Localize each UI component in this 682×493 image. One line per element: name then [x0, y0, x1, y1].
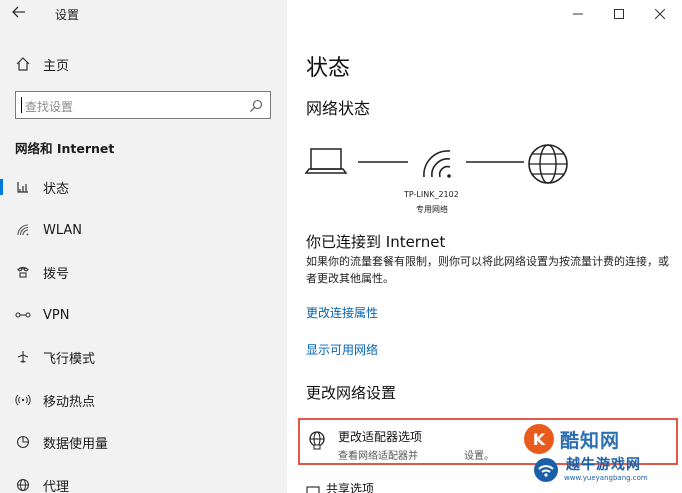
sidebar-item-data-usage[interactable]: 数据使用量 [0, 425, 287, 459]
app-title: 设置 [55, 8, 80, 22]
data-usage-icon [15, 434, 31, 450]
vpn-icon [15, 307, 31, 323]
dialup-icon [15, 264, 31, 280]
sidebar-item-label: 飞行模式 [43, 351, 96, 367]
sidebar-item-dialup[interactable]: 拨号 [0, 255, 287, 289]
sidebar-item-label: 状态 [43, 181, 70, 197]
close-icon[interactable] [648, 4, 672, 24]
watermark-brand-2: 越牛游戏网 [566, 457, 641, 473]
sidebar-item-label: 主页 [43, 58, 70, 74]
sidebar-item-airplane[interactable]: 飞行模式 [0, 340, 287, 374]
search-input[interactable]: 查找设置 [15, 91, 271, 119]
hotspot-icon [15, 392, 31, 408]
sidebar-item-status[interactable]: 状态 [0, 170, 287, 204]
sidebar: 设置 主页 查找设置 网络和 Internet 状态 WLAN 拨号 VPN 飞… [0, 0, 287, 493]
sidebar-item-home[interactable]: 主页 [0, 47, 287, 81]
airplane-icon [15, 349, 31, 365]
connection-status-title: 你已连接到 Internet [306, 233, 446, 251]
sidebar-item-vpn[interactable]: VPN [0, 298, 287, 332]
text-caret [21, 97, 22, 113]
page-title: 状态 [306, 56, 351, 81]
watermark-url: www.yueyangbang.com [564, 474, 648, 482]
sidebar-item-wlan[interactable]: WLAN [0, 213, 287, 247]
sharing-icon [306, 482, 320, 493]
sidebar-item-label: 代理 [43, 479, 70, 493]
show-available-networks-link[interactable]: 显示可用网络 [306, 341, 378, 358]
network-name: TP-LINK_2102 [404, 190, 459, 199]
adapter-desc-text: 查看网络适配器并 [338, 451, 418, 462]
laptop-icon [304, 148, 348, 174]
globe-icon [15, 477, 31, 493]
sidebar-item-label: 移动热点 [43, 394, 96, 410]
status-icon [15, 179, 31, 195]
network-type: 专用网络 [416, 205, 448, 214]
minimize-icon[interactable] [566, 4, 590, 24]
search-icon[interactable] [249, 98, 263, 112]
change-connection-properties-link[interactable]: 更改连接属性 [306, 304, 378, 321]
connection-description: 如果你的流量套餐有限制，则你可以将此网络设置为按流量计费的连接，或者更改其他属性… [306, 255, 669, 285]
sharing-options-item[interactable]: 共享选项 [326, 480, 374, 493]
sidebar-item-proxy[interactable]: 代理 [0, 468, 287, 493]
maximize-icon[interactable] [607, 4, 631, 24]
active-indicator [0, 179, 3, 195]
sidebar-item-label: VPN [43, 307, 70, 323]
sidebar-item-hotspot[interactable]: 移动热点 [0, 383, 287, 417]
search-placeholder: 查找设置 [25, 100, 74, 114]
adapter-title: 更改适配器选项 [338, 430, 423, 444]
adapter-globe-icon [308, 430, 328, 450]
adapter-description: 查看网络适配器并 设置。 [338, 447, 494, 462]
network-status-heading: 网络状态 [306, 99, 371, 118]
wifi-signal-icon [423, 150, 451, 178]
back-arrow-icon[interactable] [12, 5, 34, 25]
internet-globe-icon [528, 144, 568, 184]
sidebar-item-label: WLAN [43, 222, 83, 238]
watermark-brand: 酷知网 [560, 430, 621, 452]
adapter-desc-tail: 设置。 [464, 451, 494, 462]
sidebar-item-label: 数据使用量 [43, 436, 109, 452]
wifi-icon [15, 222, 31, 238]
watermark: K 酷知网 越牛游戏网 www.yueyangbang.com [510, 420, 682, 493]
sidebar-item-label: 拨号 [43, 266, 70, 282]
watermark-badge-icon: K [524, 424, 554, 454]
watermark-wifi-logo-icon [532, 456, 560, 484]
change-network-settings-heading: 更改网络设置 [306, 384, 397, 402]
home-icon [15, 56, 31, 72]
section-heading: 网络和 Internet [15, 141, 115, 156]
